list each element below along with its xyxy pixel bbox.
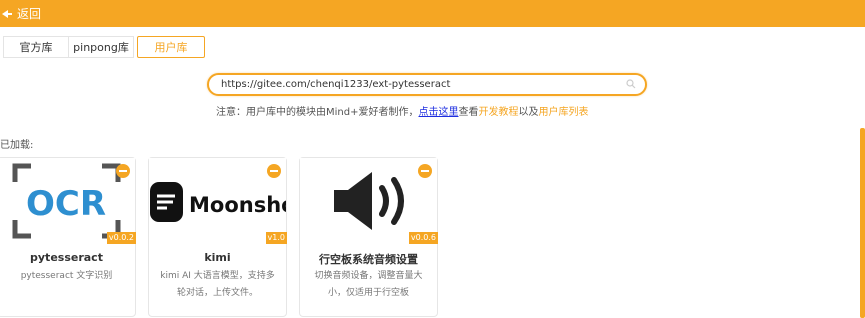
search-input[interactable] (221, 77, 621, 92)
tab-official-label: 官方库 (19, 41, 53, 54)
card-description: pytesseract 文字识别 (20, 271, 113, 281)
back-label: 返回 (17, 7, 42, 21)
loaded-label: 已加载: (0, 140, 34, 151)
card-title: pytesseract (30, 251, 103, 264)
scrollbar[interactable] (860, 128, 865, 318)
card-title: 行空板系统音频设置 (319, 253, 418, 266)
tab-pinpong-label: pinpong库 (73, 41, 129, 54)
search-box (207, 73, 647, 96)
version-badge: v0.0.2 (106, 232, 136, 244)
library-card-audio-settings[interactable]: v0.0.6 行空板系统音频设置 切换音频设备，调整音量大小，仅适用于行空板 (299, 157, 438, 317)
library-tabs: 官方库 pinpong库 用户库 (3, 36, 205, 58)
card-description: kimi AI 大语言模型，支持多轮对话，上传文件。 (160, 271, 275, 298)
version-badge: v1.0 (265, 232, 287, 244)
user-library-list-link[interactable]: 用户库列表 (538, 107, 588, 118)
notice-text: 注意：用户库中的模块由Mind+爱好者制作，点击这里查看开发教程以及用户库列表 (216, 103, 588, 118)
tab-official[interactable]: 官方库 (3, 36, 69, 58)
version-badge: v0.0.6 (408, 232, 438, 244)
top-bar: 返回 (0, 0, 865, 27)
svg-text:Moonshot: Moonshot (189, 193, 286, 217)
remove-icon[interactable] (267, 164, 281, 178)
remove-icon[interactable] (418, 164, 432, 178)
notice-and: 以及 (518, 107, 539, 118)
notice-middle: 查看 (458, 107, 479, 118)
dev-tutorial-link[interactable]: 开发教程 (478, 107, 518, 118)
tab-user-label: 用户库 (154, 41, 188, 54)
card-description: 切换音频设备，调整音量大小，仅适用于行空板 (314, 271, 423, 298)
svg-text:OCR: OCR (26, 184, 106, 224)
back-arrow-icon (2, 9, 12, 18)
notice-prefix: 注意：用户库中的模块由Mind+爱好者制作， (216, 107, 419, 118)
back-button[interactable]: 返回 (0, 0, 41, 27)
remove-icon[interactable] (116, 164, 130, 178)
tab-user[interactable]: 用户库 (137, 36, 205, 58)
search-icon[interactable] (626, 79, 636, 89)
click-here-link[interactable]: 点击这里 (418, 107, 458, 118)
tab-pinpong[interactable]: pinpong库 (68, 36, 134, 58)
library-card-kimi[interactable]: Moonshot v1.0 kimi kimi AI 大语言模型，支持多轮对话，… (148, 157, 287, 317)
card-title: kimi (204, 251, 231, 264)
library-card-pytesseract[interactable]: OCR v0.0.2 pytesseract pytesseract 文字识别 (0, 157, 136, 317)
